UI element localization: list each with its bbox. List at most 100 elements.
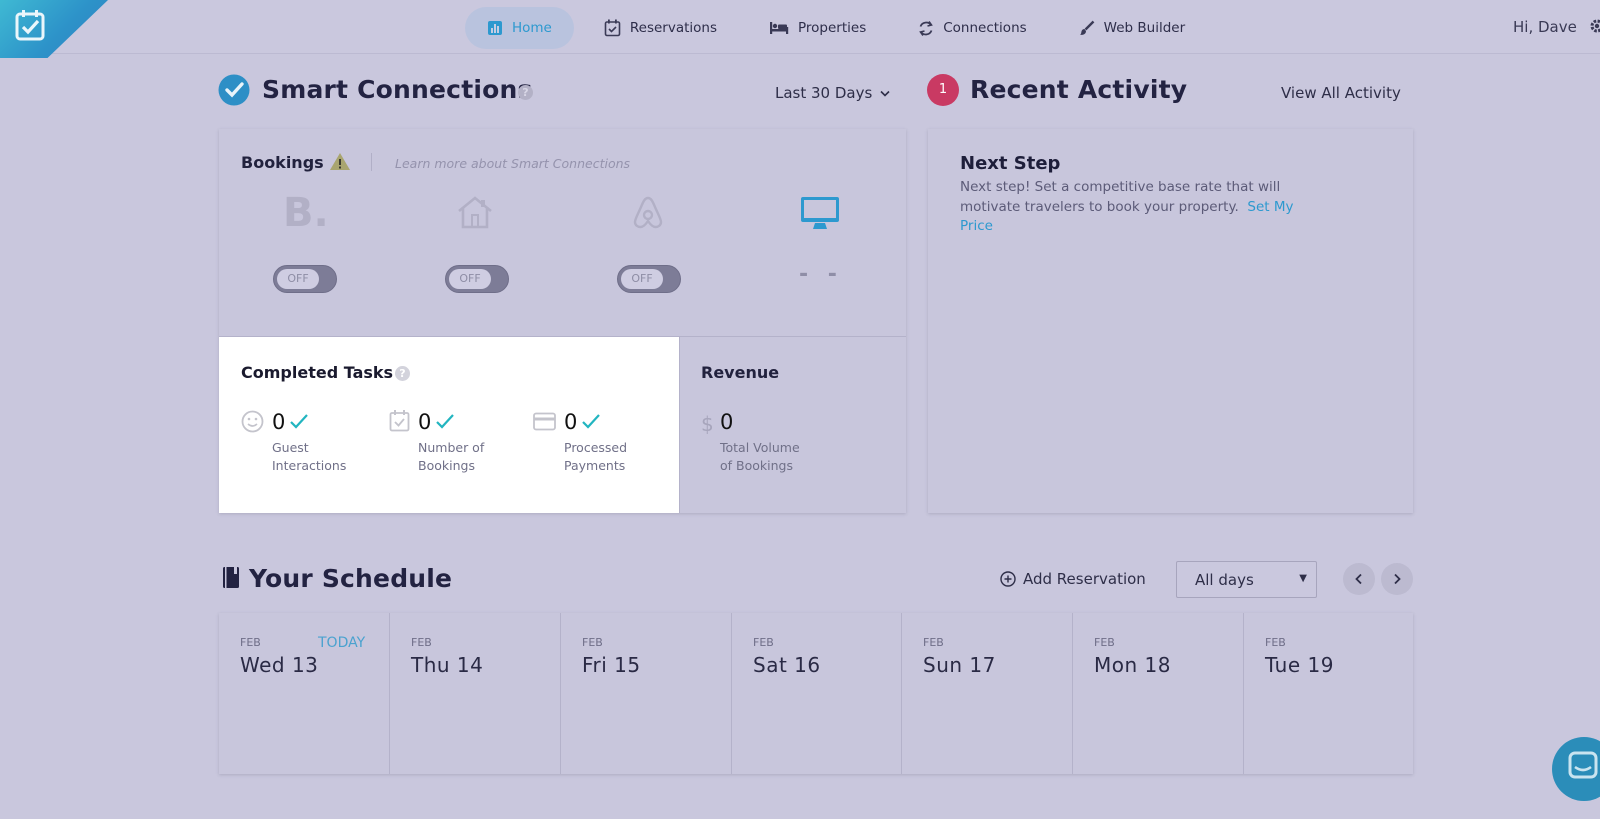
day-name: Thu 14 [411,653,484,677]
set-my-price-link[interactable]: Set My [1247,199,1293,215]
website-toggle-state: - - [799,262,843,287]
nav-properties[interactable]: Properties [747,7,888,49]
smiley-icon [241,410,264,433]
processed-payments-label: Processed Payments [564,439,627,475]
prev-week-button[interactable] [1343,563,1375,595]
bookings-title: Bookings [241,153,324,172]
warning-icon[interactable] [329,152,351,171]
smart-connections-help-icon[interactable]: ? [518,85,533,100]
completed-tasks-card: Completed Tasks ? 0 Guest Interactions 0 [219,337,679,513]
next-step-line2-text: motivate travelers to book your property… [960,198,1239,215]
homeaway-toggle[interactable]: OFF [445,265,509,293]
nav-properties-label: Properties [798,20,867,36]
chat-bubble-icon [1568,751,1598,779]
day-column-sun-17[interactable]: FEB Sun 17 [902,613,1073,774]
day-column-sat-16[interactable]: FEB Sat 16 [732,613,902,774]
day-month: FEB [1265,636,1286,649]
day-name: Sun 17 [923,653,996,677]
app-logo[interactable] [0,0,108,58]
calendar-check-logo-icon [15,10,45,41]
select-caret-icon: ▼ [1299,573,1307,584]
add-reservation-button[interactable]: Add Reservation [1000,570,1146,588]
airbnb-toggle[interactable]: OFF [617,265,681,293]
number-of-bookings-label: Number of Bookings [418,439,484,475]
sync-icon [919,20,934,36]
smart-connections-title: Smart Connections [262,75,533,104]
day-name: Wed 13 [240,653,319,677]
view-all-activity-link[interactable]: View All Activity [1281,84,1401,102]
checkmark-icon [290,414,308,429]
nav-web-builder-label: Web Builder [1103,20,1186,36]
processed-payments-label-line2: Payments [564,458,626,473]
nav-home[interactable]: Home [465,7,574,49]
guest-interactions-label-line1: Guest [272,440,309,455]
divider [371,153,372,171]
airbnb-icon [633,196,663,229]
brush-icon [1079,20,1095,35]
set-my-price-link-cont[interactable]: Price [960,217,1320,237]
completed-tasks-help-icon[interactable]: ? [395,366,410,381]
nav-home-label: Home [512,20,552,36]
nav-reservations[interactable]: Reservations [582,7,739,49]
day-column-wed-13[interactable]: FEB TODAY Wed 13 [219,613,390,774]
plus-circle-icon [1000,571,1016,587]
smart-connections-panel: Bookings Learn more about Smart Connecti… [219,129,906,513]
chat-launcher-button[interactable] [1552,737,1600,801]
main-nav: Home Reservations Properties Connections… [465,7,1215,49]
book-icon [223,567,239,588]
day-name: Sat 16 [753,653,821,677]
period-dropdown-label: Last 30 Days [775,84,873,102]
number-of-bookings-label-line2: Bookings [418,458,475,473]
number-of-bookings-label-line1: Number of [418,440,485,455]
day-column-fri-15[interactable]: FEB Fri 15 [561,613,732,774]
day-column-thu-14[interactable]: FEB Thu 14 [390,613,561,774]
add-reservation-label: Add Reservation [1023,570,1146,588]
number-of-bookings-value: 0 [418,410,432,434]
day-month: FEB [753,636,774,649]
airbnb-toggle-state: OFF [621,269,663,289]
learn-more-link[interactable]: Learn more about Smart Connections [395,156,630,171]
day-name: Mon 18 [1094,653,1171,677]
user-greeting[interactable]: Hi, Dave [1513,18,1577,36]
house-icon [458,196,492,229]
activity-count-badge: 1 [927,74,959,106]
chevron-down-icon [880,90,890,97]
checkmark-icon [582,414,600,429]
guest-interactions-label-line2: Interactions [272,458,347,473]
next-week-button[interactable] [1381,563,1413,595]
recent-activity-panel: Next Step Next step! Set a competitive b… [928,129,1413,513]
booking-com-toggle-state: OFF [277,269,319,289]
processed-payments-value: 0 [564,410,578,434]
day-month: FEB [411,636,432,649]
revenue-divider [679,337,680,513]
next-step-line2: motivate travelers to book your property… [960,198,1320,218]
day-month: FEB [923,636,944,649]
next-step-message: Next step! Set a competitive base rate t… [960,178,1320,237]
nav-connections[interactable]: Connections [896,7,1048,49]
nav-web-builder[interactable]: Web Builder [1057,7,1207,49]
next-step-title: Next Step [960,153,1061,174]
calendar-check-icon [604,19,621,37]
today-badge: TODAY [318,635,366,651]
recent-activity-title: Recent Activity [970,75,1188,104]
period-dropdown[interactable]: Last 30 Days [775,84,890,102]
day-name: Tue 19 [1265,653,1334,677]
day-column-tue-19[interactable]: FEB Tue 19 [1244,613,1413,774]
completed-tasks-title: Completed Tasks [241,363,394,382]
bed-icon [770,22,789,34]
day-month: FEB [582,636,603,649]
day-month: FEB [240,636,261,649]
day-month: FEB [1094,636,1115,649]
revenue-title: Revenue [701,363,780,382]
guest-interactions-value: 0 [272,410,286,434]
revenue-label: Total Volume of Bookings [720,439,800,475]
gear-icon[interactable] [1589,18,1600,34]
homeaway-toggle-state: OFF [449,269,491,289]
days-filter-select[interactable]: All days ▼ [1176,561,1317,598]
credit-card-icon [533,412,556,431]
day-column-mon-18[interactable]: FEB Mon 18 [1073,613,1244,774]
revenue-label-line2: of Bookings [720,458,793,473]
monitor-icon [801,197,839,229]
booking-com-toggle[interactable]: OFF [273,265,337,293]
booking-b-icon: B. [283,190,329,236]
